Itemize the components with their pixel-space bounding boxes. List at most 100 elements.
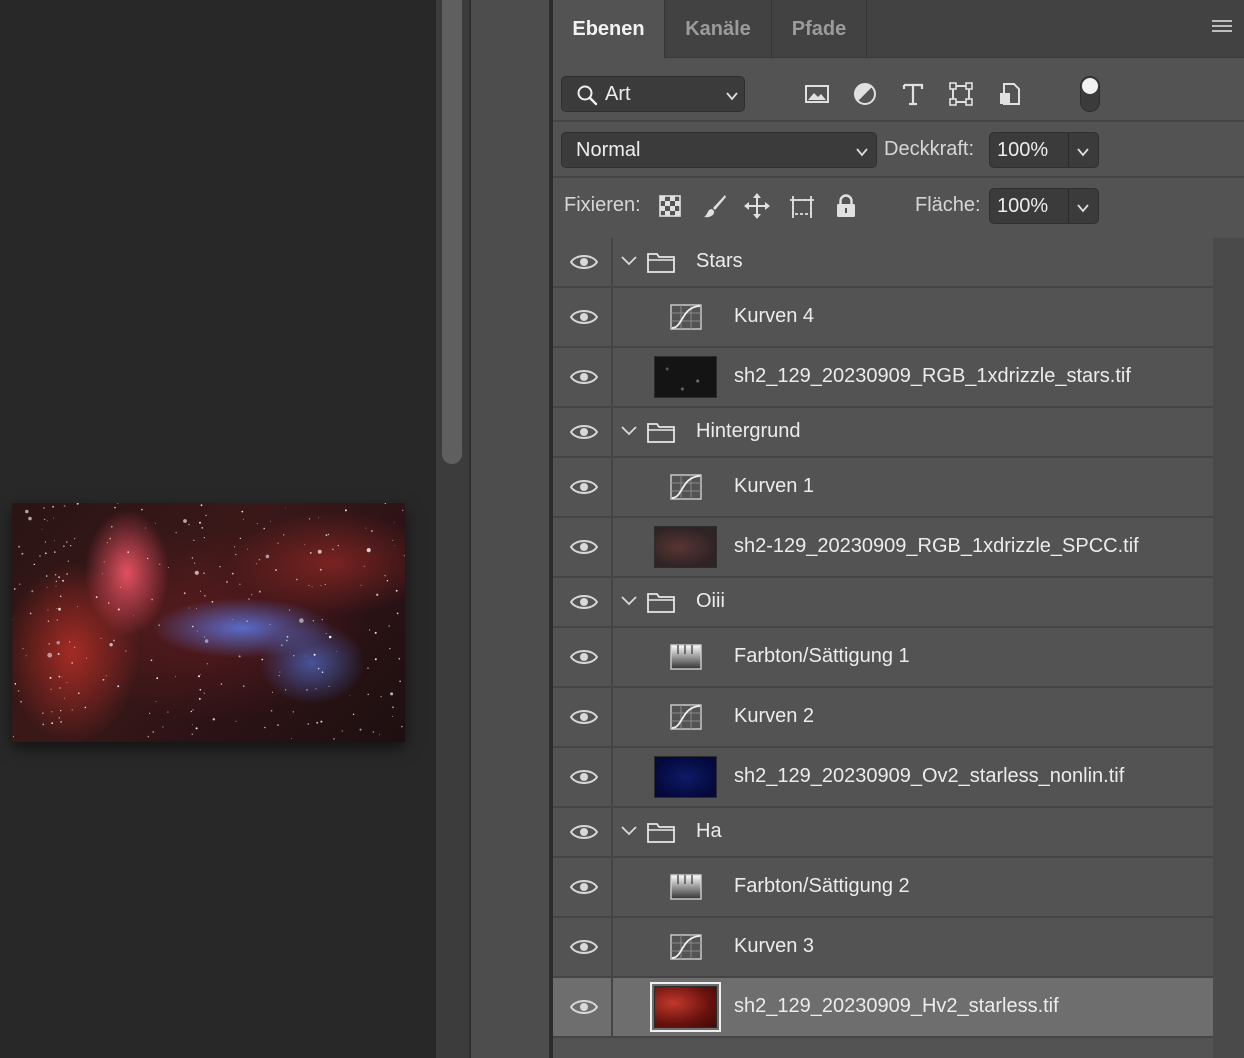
chevron-down-icon[interactable] — [1077, 146, 1089, 158]
chevron-down-icon[interactable] — [1077, 202, 1089, 214]
star — [332, 548, 334, 551]
tab-ebenen[interactable]: Ebenen — [553, 0, 665, 58]
chevron-down-icon[interactable] — [621, 426, 637, 436]
layer-row[interactable]: Farbton/Sättigung 1 — [553, 628, 1213, 688]
eye-icon[interactable] — [570, 998, 598, 1016]
shape-filter-icon[interactable] — [947, 80, 975, 108]
canvas-scrollbar-thumb[interactable] — [442, 0, 462, 464]
eye-icon[interactable] — [570, 878, 598, 896]
star — [384, 574, 386, 577]
star — [105, 675, 107, 677]
eye-icon[interactable] — [570, 768, 598, 786]
eye-icon[interactable] — [570, 368, 598, 386]
star — [19, 583, 21, 585]
image-filter-icon[interactable] — [803, 80, 831, 108]
chevron-down-icon[interactable] — [621, 826, 637, 836]
visibility-toggle[interactable] — [553, 518, 613, 576]
layer-row[interactable]: Kurven 2 — [553, 688, 1213, 748]
star — [231, 619, 233, 620]
lock-all-icon[interactable] — [832, 192, 860, 220]
eye-icon[interactable] — [570, 708, 598, 726]
chevron-down-icon[interactable] — [621, 596, 637, 606]
visibility-toggle[interactable] — [553, 458, 613, 516]
fill-field[interactable]: 100% — [989, 188, 1099, 224]
star — [183, 592, 186, 595]
layer-thumbnail[interactable] — [654, 526, 717, 568]
type-filter-icon[interactable] — [899, 80, 927, 108]
visibility-toggle[interactable] — [553, 238, 613, 286]
star — [352, 713, 355, 715]
visibility-toggle[interactable] — [553, 408, 613, 456]
eye-icon[interactable] — [570, 938, 598, 956]
eye-icon[interactable] — [570, 423, 598, 441]
visibility-toggle[interactable] — [553, 978, 613, 1036]
star — [365, 527, 367, 529]
visibility-toggle[interactable] — [553, 578, 613, 626]
filter-toggle-switch[interactable] — [1080, 76, 1100, 112]
document-canvas[interactable] — [0, 0, 436, 1058]
layer-group-row[interactable]: Oiii — [553, 578, 1213, 628]
layer-row[interactable]: Farbton/Sättigung 2 — [553, 858, 1213, 918]
star — [47, 652, 53, 658]
layer-thumbnail[interactable] — [654, 356, 717, 398]
visibility-toggle[interactable] — [553, 748, 613, 806]
layer-thumbnail[interactable] — [650, 982, 721, 1032]
lock-image-pixels-icon[interactable] — [701, 192, 729, 220]
adjustment-filter-icon[interactable] — [851, 80, 879, 108]
star — [396, 612, 399, 615]
eye-icon[interactable] — [570, 823, 598, 841]
visibility-toggle[interactable] — [553, 348, 613, 406]
layer-group-row[interactable]: Hintergrund — [553, 408, 1213, 458]
layer-group-row[interactable]: Ha — [553, 808, 1213, 858]
star — [149, 712, 151, 714]
layer-row[interactable]: sh2_129_20230909_Hv2_starless.tif — [553, 978, 1213, 1038]
star — [201, 527, 204, 529]
visibility-toggle[interactable] — [553, 628, 613, 686]
star — [31, 590, 34, 593]
divider — [553, 120, 1244, 122]
visibility-toggle[interactable] — [553, 858, 613, 916]
star — [285, 507, 287, 509]
star — [196, 630, 198, 632]
layer-thumbnail[interactable] — [654, 756, 717, 798]
eye-icon[interactable] — [570, 478, 598, 496]
visibility-toggle[interactable] — [553, 918, 613, 976]
panel-menu-icon[interactable] — [1212, 20, 1232, 36]
smart-object-filter-icon[interactable] — [996, 80, 1024, 108]
star — [120, 586, 121, 588]
eye-icon[interactable] — [570, 648, 598, 666]
opacity-field[interactable]: 100% — [989, 132, 1099, 168]
eye-icon[interactable] — [570, 593, 598, 611]
star — [59, 687, 61, 689]
layer-row[interactable]: Kurven 4 — [553, 288, 1213, 348]
lock-transparent-pixels-icon[interactable] — [656, 192, 684, 220]
star — [285, 689, 287, 691]
filter-type-select[interactable]: Art — [561, 76, 745, 112]
eye-icon[interactable] — [570, 253, 598, 271]
star — [42, 712, 44, 714]
layer-group-row[interactable]: Stars — [553, 238, 1213, 288]
eye-icon[interactable] — [570, 538, 598, 556]
tab-pfade[interactable]: Pfade — [772, 0, 867, 58]
visibility-toggle[interactable] — [553, 688, 613, 746]
layer-row[interactable]: sh2-129_20230909_RGB_1xdrizzle_SPCC.tif — [553, 518, 1213, 578]
chevron-down-icon[interactable] — [621, 256, 637, 266]
star — [125, 650, 127, 652]
visibility-toggle[interactable] — [553, 288, 613, 346]
layer-row[interactable]: sh2_129_20230909_RGB_1xdrizzle_stars.tif — [553, 348, 1213, 408]
layer-row[interactable]: Kurven 1 — [553, 458, 1213, 518]
lock-artboard-icon[interactable] — [788, 192, 816, 220]
star — [62, 579, 64, 582]
lock-position-icon[interactable] — [743, 192, 771, 220]
visibility-toggle[interactable] — [553, 808, 613, 856]
tab-kanaele[interactable]: Kanäle — [665, 0, 772, 58]
blend-mode-select[interactable]: Normal — [561, 132, 877, 168]
star — [127, 551, 129, 553]
eye-icon[interactable] — [570, 308, 598, 326]
layers-scrollbar-track[interactable] — [1213, 238, 1244, 1058]
layer-row[interactable]: Kurven 3 — [553, 918, 1213, 978]
star — [319, 568, 322, 571]
star — [286, 635, 289, 638]
star — [21, 552, 24, 555]
layer-row[interactable]: sh2_129_20230909_Ov2_starless_nonlin.tif — [553, 748, 1213, 808]
